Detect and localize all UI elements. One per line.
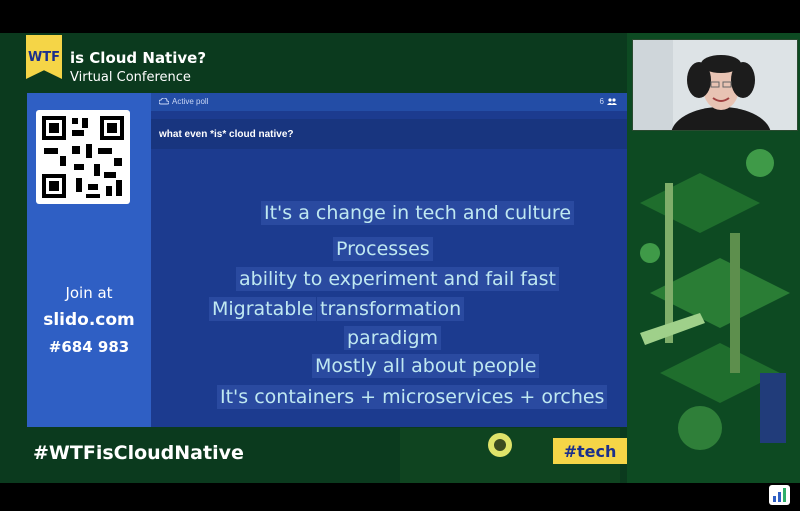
slido-panel: Join at slido.com #684 983 Active poll 6… — [27, 93, 627, 427]
poll-status: Active poll — [159, 97, 208, 106]
word-cloud-item: ability to experiment and fail fast — [236, 267, 559, 291]
join-label: Join at — [65, 284, 113, 302]
conference-subtitle: Virtual Conference — [70, 70, 191, 85]
participants-icon — [607, 98, 617, 105]
participant-count: 6 — [600, 97, 617, 106]
word-cloud-item: Migratable — [209, 297, 317, 321]
word-cloud-item: Processes — [333, 237, 433, 261]
poll-card: what even *is* cloud native? It's a chan… — [151, 111, 627, 427]
slido-corner-logo — [769, 485, 790, 505]
participant-count-value: 6 — [599, 97, 604, 106]
poll-status-label: Active poll — [172, 97, 209, 106]
word-cloud-item: It's a change in tech and culture — [261, 201, 575, 225]
speaker-webcam — [632, 39, 798, 131]
poll-question: what even *is* cloud native? — [151, 119, 627, 149]
join-site: slido.com — [43, 310, 135, 330]
presentation-stage: WTF is Cloud Native? Virtual Conference — [0, 33, 800, 483]
word-cloud-item: Mostly all about people — [312, 354, 540, 378]
poll-topbar: Active poll 6 — [151, 93, 627, 111]
word-cloud-item: paradigm — [344, 326, 442, 350]
poll-icon — [159, 98, 169, 105]
slido-join-sidebar: Join at slido.com #684 983 — [27, 93, 151, 427]
word-cloud-item: It's containers + microservices + orches — [217, 385, 608, 409]
qr-code-icon — [36, 110, 130, 204]
event-hashtag: #WTFisCloudNative — [33, 442, 244, 464]
word-cloud: It's a change in tech and culture Proces… — [151, 201, 627, 411]
conference-title: is Cloud Native? — [70, 49, 207, 67]
track-badge: #tech — [553, 438, 627, 464]
event-code: #684 983 — [48, 338, 130, 356]
word-cloud-item: transformation — [317, 297, 465, 321]
speaker-video-icon — [633, 40, 797, 130]
